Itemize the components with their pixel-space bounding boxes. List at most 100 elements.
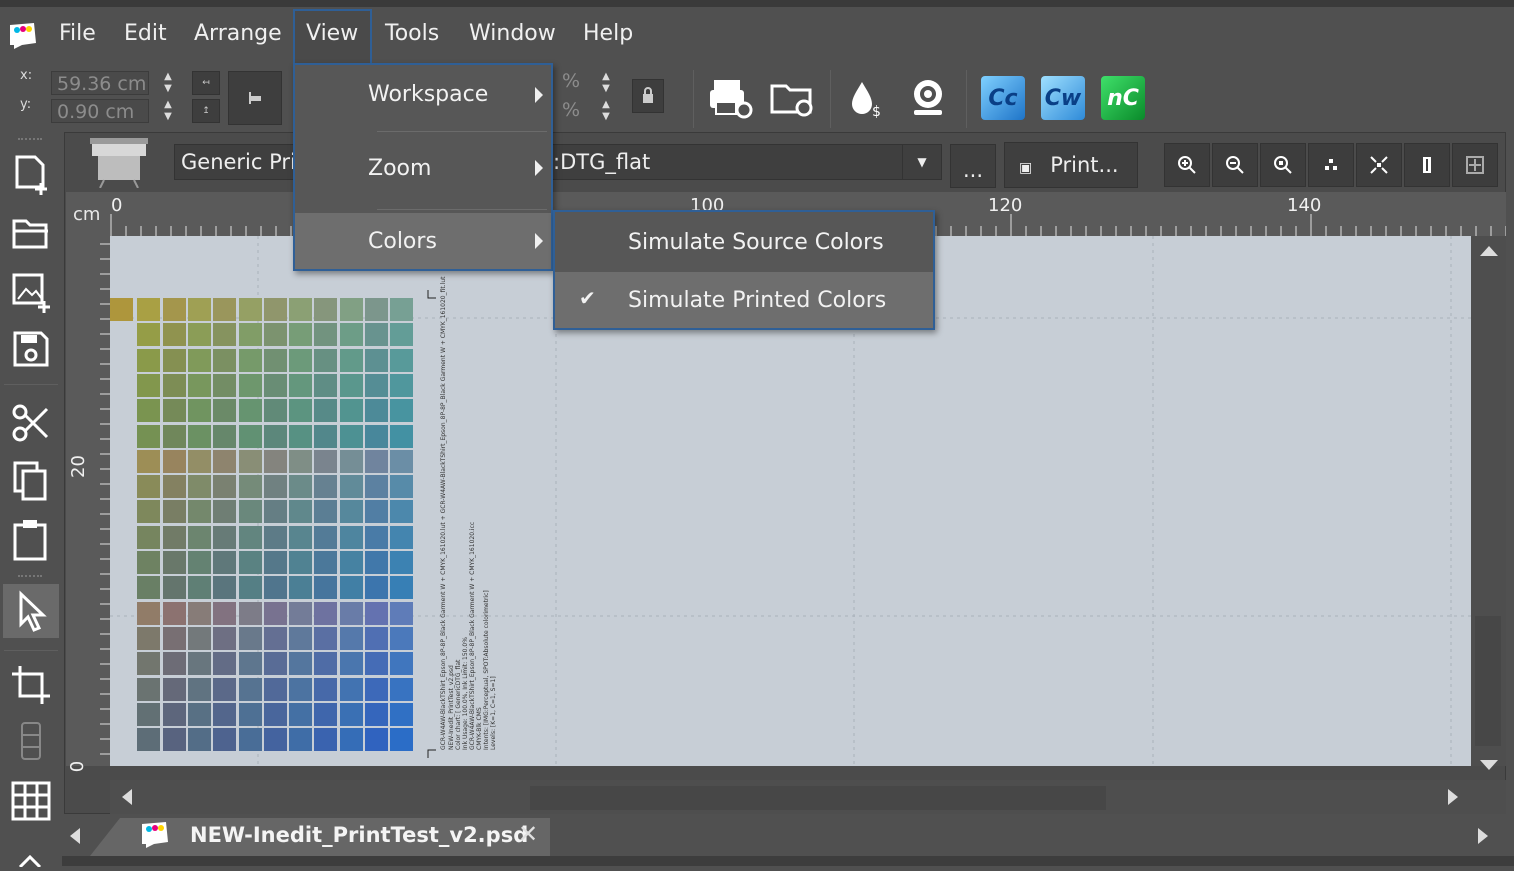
paste-clipboard-icon[interactable]: [6, 514, 56, 564]
color-swatch: [162, 475, 186, 499]
open-folder-icon[interactable]: [6, 208, 56, 258]
vertical-scroll-thumb[interactable]: [1475, 616, 1501, 746]
zoom-page-button[interactable]: [1452, 143, 1498, 187]
hotfolder-sync-icon[interactable]: [768, 74, 816, 122]
crop-icon[interactable]: [6, 660, 56, 710]
color-swatch: [339, 626, 363, 650]
print-settings-icon[interactable]: [706, 74, 754, 122]
zoom-fit-button[interactable]: [1356, 143, 1402, 187]
scroll-up-icon[interactable]: [1480, 246, 1498, 256]
more-options-button[interactable]: ...: [950, 144, 996, 188]
vertical-scrollbar[interactable]: [1471, 236, 1506, 770]
color-swatch: [137, 525, 161, 549]
menu-view[interactable]: View: [306, 21, 358, 46]
app-logo-icon[interactable]: [8, 21, 38, 51]
color-swatch: [289, 449, 313, 473]
zoom-actual-button[interactable]: [1260, 143, 1306, 187]
save-icon[interactable]: [6, 324, 56, 374]
zoom-out-button[interactable]: [1212, 143, 1258, 187]
zoom-in-button[interactable]: [1164, 143, 1210, 187]
cut-scissors-icon[interactable]: [6, 398, 56, 448]
menu-tools[interactable]: Tools: [385, 21, 439, 46]
view-menu-item-zoom[interactable]: Zoom: [295, 133, 551, 207]
add-image-icon[interactable]: [6, 268, 56, 318]
status-strip: [62, 856, 1514, 866]
close-tab-icon[interactable]: ✕: [518, 820, 538, 848]
color-swatch: [365, 702, 388, 726]
document-tab[interactable]: NEW-Inedit_PrintTest_v2.psd ✕: [90, 816, 550, 856]
color-swatch: [187, 677, 211, 701]
x-spinner[interactable]: ▲ ▼: [161, 71, 175, 97]
color-swatch: [263, 677, 287, 701]
proportion-lock-button[interactable]: [632, 79, 664, 113]
align-button[interactable]: [228, 71, 282, 125]
zoom-out-icon: [1226, 156, 1244, 174]
menu-help[interactable]: Help: [583, 21, 633, 46]
color-swatch: [365, 677, 388, 701]
color-swatch: [187, 525, 211, 549]
color-swatch: [263, 728, 287, 752]
height-lock-button[interactable]: ↥: [192, 99, 220, 123]
y-label: y:: [20, 97, 32, 112]
horizontal-scroll-thumb[interactable]: [530, 786, 1106, 810]
ruler-left[interactable]: 20 0: [66, 236, 110, 772]
y-spinner[interactable]: ▲ ▼: [161, 99, 175, 125]
width-lock-button[interactable]: ↤: [192, 71, 220, 95]
nc-app-icon[interactable]: nC: [1099, 74, 1147, 122]
x-coordinate-field[interactable]: 59.36 cm: [51, 71, 149, 95]
color-swatch: [339, 449, 363, 473]
cc-app-icon[interactable]: Cc: [979, 74, 1027, 122]
color-swatch: [365, 399, 388, 423]
color-swatch: [263, 601, 287, 625]
color-swatch: [238, 348, 262, 372]
horizontal-scrollbar[interactable]: [110, 780, 1506, 814]
expand-up-icon[interactable]: [18, 852, 42, 869]
color-swatch: [263, 424, 287, 448]
webcam-icon[interactable]: [904, 74, 952, 122]
color-swatch: [390, 424, 414, 448]
submenu-item-simulate-source[interactable]: Simulate Source Colors: [555, 214, 933, 270]
printer-select[interactable]: Generic Prin: [174, 144, 294, 180]
scale-x-spinner[interactable]: ▲ ▼: [599, 71, 613, 97]
profile-select-value: :DTG_flat: [553, 150, 651, 174]
color-swatch: [339, 728, 363, 752]
new-document-icon[interactable]: [6, 150, 56, 200]
y-coordinate-field[interactable]: 0.90 cm: [51, 99, 149, 123]
color-swatch: [162, 702, 186, 726]
submenu-arrow-icon: [535, 160, 543, 176]
submenu-item-simulate-printed[interactable]: ✔ Simulate Printed Colors: [555, 272, 933, 328]
color-swatch: [365, 601, 388, 625]
tab-scroll-right-icon[interactable]: [1478, 828, 1488, 844]
ink-cost-icon[interactable]: $: [842, 74, 890, 122]
color-swatch: [162, 728, 186, 752]
print-button[interactable]: ▣ Print...: [1004, 142, 1138, 188]
menu-arrange[interactable]: Arrange: [194, 21, 282, 46]
color-swatch: [339, 323, 363, 347]
color-swatch: [339, 424, 363, 448]
color-swatch: [263, 702, 287, 726]
menu-separator: [377, 209, 547, 210]
scroll-right-icon[interactable]: [1448, 789, 1458, 805]
color-swatch: [314, 626, 338, 650]
menu-file[interactable]: File: [59, 21, 96, 46]
cw-app-icon[interactable]: Cw: [1039, 74, 1087, 122]
tile-rows-icon[interactable]: [6, 716, 56, 766]
print-button-label: Print...: [1050, 153, 1119, 177]
profile-select[interactable]: :DTG_flat ▼: [552, 144, 942, 180]
scroll-left-icon[interactable]: [122, 789, 132, 805]
select-pointer-tool[interactable]: [3, 584, 59, 638]
view-menu-item-colors[interactable]: Colors: [295, 213, 551, 269]
view-menu-item-workspace[interactable]: Workspace: [295, 65, 551, 129]
grid-layout-icon[interactable]: [6, 776, 56, 826]
color-swatch: [187, 399, 211, 423]
menu-edit[interactable]: Edit: [124, 21, 167, 46]
copy-icon[interactable]: [6, 456, 56, 506]
fit-icon: [1370, 156, 1388, 174]
zoom-height-button[interactable]: [1404, 143, 1450, 187]
scroll-down-icon[interactable]: [1480, 760, 1498, 770]
zoom-objects-button[interactable]: [1308, 143, 1354, 187]
ruler-label-0-left: 0: [67, 760, 89, 773]
menu-window[interactable]: Window: [469, 21, 556, 46]
scale-y-spinner[interactable]: ▲ ▼: [599, 99, 613, 125]
tab-scroll-left-icon[interactable]: [70, 828, 80, 844]
